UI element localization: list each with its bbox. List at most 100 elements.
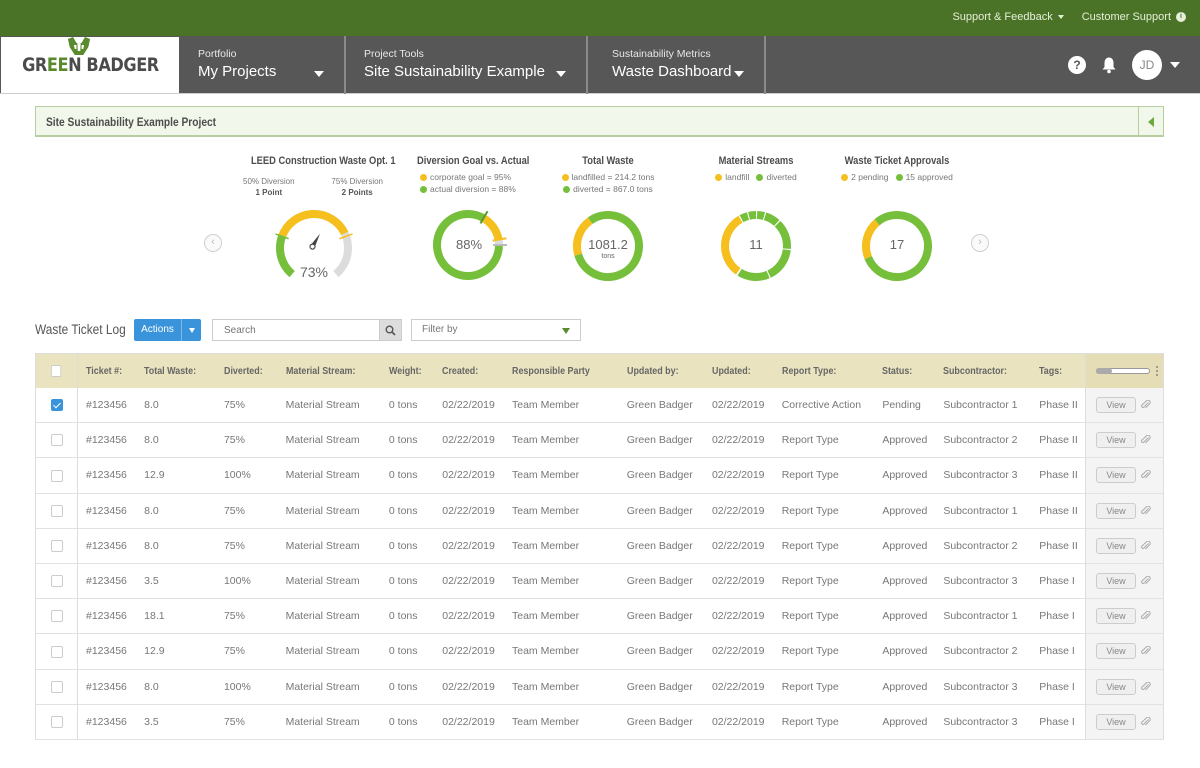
table-cell: 0 tons <box>388 575 418 588</box>
collapse-panel-button[interactable] <box>1138 107 1163 136</box>
more-options-icon[interactable] <box>1156 365 1158 376</box>
row-checkbox[interactable] <box>50 504 63 517</box>
row-checkbox[interactable] <box>50 469 63 482</box>
support-feedback-menu[interactable]: Support & Feedback <box>952 11 1064 23</box>
column-header[interactable]: Report Type: <box>773 353 875 388</box>
view-button[interactable]: View <box>1096 467 1136 484</box>
table-cell: Green Badger <box>626 469 693 482</box>
actions-dropdown-toggle[interactable] <box>182 319 201 341</box>
view-button[interactable]: View <box>1096 678 1136 695</box>
column-header[interactable]: Ticket #: <box>77 353 137 388</box>
carousel-prev-button[interactable]: ‹ <box>204 234 222 252</box>
row-checkbox[interactable] <box>50 539 63 552</box>
paperclip-icon[interactable] <box>1141 399 1151 410</box>
table-row[interactable]: #123456 12.9 75% Material Stream 0 tons 02/22… <box>35 633 1164 669</box>
paperclip-icon[interactable] <box>1141 681 1151 692</box>
paperclip-icon[interactable] <box>1141 611 1151 621</box>
bell-icon[interactable] <box>1100 56 1118 74</box>
column-header[interactable]: Total Waste: <box>136 353 216 388</box>
chevron-down-icon[interactable] <box>1170 62 1180 68</box>
table-row[interactable]: #123456 8.0 75% Material Stream 0 tons 02/22/… <box>35 387 1164 423</box>
nav-portfolio[interactable]: Portfolio My Projects <box>180 36 346 94</box>
paperclip-icon[interactable] <box>1141 470 1151 480</box>
filter-by-dropdown[interactable]: Filter by <box>411 319 581 341</box>
actions-button[interactable]: Actions <box>134 319 201 341</box>
table-cell: Approved <box>882 715 928 728</box>
paperclip-icon[interactable] <box>1141 646 1151 656</box>
row-checkbox[interactable] <box>50 398 63 411</box>
row-checkbox[interactable] <box>50 434 63 447</box>
column-header[interactable]: Responsible Party <box>504 353 619 388</box>
table-cell: Team Member <box>512 610 580 623</box>
view-button[interactable]: View <box>1096 396 1136 413</box>
waste-ticket-log-title: Waste Ticket Log <box>35 322 126 337</box>
column-header[interactable]: Updated: <box>703 353 774 388</box>
table-row[interactable]: #123456 3.5 75% Material Stream 0 tons 02/22/… <box>35 704 1164 740</box>
paperclip-icon[interactable] <box>1141 576 1151 586</box>
column-header[interactable]: Material Stream: <box>277 353 381 388</box>
column-width-slider[interactable] <box>1096 367 1150 374</box>
view-button[interactable]: View <box>1096 502 1136 519</box>
nav-sustainability-metrics[interactable]: Sustainability Metrics Waste Dashboard <box>588 36 766 94</box>
view-button[interactable]: View <box>1096 608 1136 625</box>
search-input[interactable] <box>213 320 379 340</box>
user-avatar[interactable]: JD <box>1132 50 1162 80</box>
table-row[interactable]: #123456 18.1 75% Material Stream 0 tons 02/22… <box>35 598 1164 634</box>
chevron-down-icon <box>562 328 570 334</box>
table-row[interactable]: #123456 8.0 75% Material Stream 0 tons 02/22/… <box>35 493 1164 529</box>
view-button[interactable]: View <box>1096 713 1136 730</box>
table-cell: 8.0 <box>144 398 159 411</box>
paperclip-icon[interactable] <box>1141 435 1151 445</box>
customer-support-label: Customer Support <box>1081 11 1171 23</box>
table-row[interactable]: #123456 8.0 100% Material Stream 0 tons 02/22… <box>35 669 1164 705</box>
table-row[interactable]: #123456 8.0 75% Material Stream 0 tons 02/22/… <box>35 422 1164 458</box>
view-button[interactable]: View <box>1096 643 1136 660</box>
view-button[interactable]: View <box>1096 537 1136 554</box>
table-cell: Green Badger <box>626 610 693 623</box>
customer-support-link[interactable]: Customer Support i <box>1082 11 1186 23</box>
paperclip-icon[interactable] <box>1141 540 1151 551</box>
badger-icon <box>67 37 90 55</box>
row-actions-cell: View <box>1085 387 1164 423</box>
row-checkbox[interactable] <box>50 575 63 588</box>
donut-segment-diverted <box>763 212 780 227</box>
column-header[interactable]: Status: <box>874 353 936 388</box>
column-header[interactable]: Updated by: <box>618 353 704 388</box>
table-cell: 02/22/2019 <box>442 575 495 588</box>
table-cell: Phase II <box>1039 504 1078 517</box>
select-all-checkbox[interactable] <box>50 364 61 377</box>
view-button[interactable]: View <box>1096 573 1136 590</box>
widget-title: Total Waste <box>582 155 634 167</box>
table-row[interactable]: #123456 3.5 100% Material Stream 0 tons 02/22… <box>35 563 1164 599</box>
table-cell: 02/22/2019 <box>711 434 765 447</box>
view-button[interactable]: View <box>1096 432 1136 449</box>
column-header[interactable]: Weight: <box>380 353 435 388</box>
table-cell: #123456 <box>86 398 127 411</box>
row-checkbox[interactable] <box>50 610 63 623</box>
column-header[interactable]: Created: <box>434 353 504 388</box>
paperclip-icon[interactable] <box>1141 716 1151 727</box>
help-icon[interactable]: ? <box>1068 56 1086 74</box>
legend-label: 15 approved <box>905 172 953 182</box>
widget-ticket-approvals: Waste Ticket Approvals 2 pending 15 appr… <box>832 155 962 183</box>
legend-dot-yellow <box>420 174 427 182</box>
nav-project-tools[interactable]: Project Tools Site Sustainability Exampl… <box>346 36 588 94</box>
column-header[interactable]: Tags: <box>1031 353 1086 388</box>
search-button[interactable] <box>379 320 401 340</box>
table-row[interactable]: #123456 12.9 100% Material Stream 0 tons 02/2… <box>35 457 1164 494</box>
paperclip-icon[interactable] <box>1141 505 1151 516</box>
carousel-next-button[interactable]: › <box>971 234 989 252</box>
row-checkbox[interactable] <box>50 680 63 693</box>
table-row[interactable]: #123456 8.0 75% Material Stream 0 tons 02/22/… <box>35 528 1164 564</box>
row-checkbox[interactable] <box>50 715 63 728</box>
table-cell: 75% <box>223 715 245 728</box>
column-header[interactable]: Diverted: <box>215 353 278 388</box>
table-cell: Material Stream <box>285 680 360 693</box>
table-cell: Approved <box>882 469 928 482</box>
actions-label: Actions <box>134 319 182 341</box>
row-checkbox[interactable] <box>50 645 63 658</box>
slider-thumb[interactable] <box>1096 367 1112 374</box>
column-header[interactable]: Subcontractor: <box>935 353 1032 388</box>
table-cell: Phase II <box>1039 469 1078 482</box>
green-badger-logo[interactable]: GR EE N BADGER <box>1 37 179 93</box>
